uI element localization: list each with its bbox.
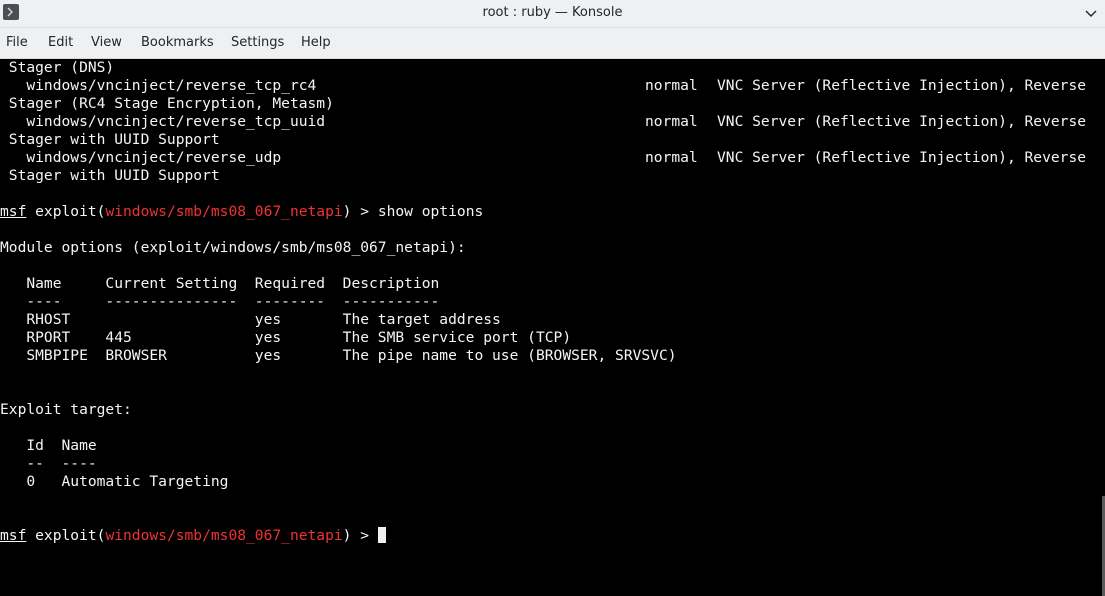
table-row: RPORT 445 yes The SMB service port (TCP) [0, 329, 572, 346]
command-text: show options [377, 203, 484, 220]
options-table-header: Name Current Setting Required Descriptio… [0, 275, 440, 292]
table-row: 0 Automatic Targeting [0, 473, 229, 490]
payload-line: Stager with UUID Support [0, 131, 220, 148]
payload-rank: normal [645, 113, 698, 130]
menu-view[interactable]: View [91, 35, 122, 50]
payload-line: windows/vncinject/reverse_udp [0, 149, 282, 166]
payload-line: Stager (RC4 Stage Encryption, Metasm) [0, 95, 334, 112]
menu-bookmarks[interactable]: Bookmarks [141, 35, 214, 50]
options-table-divider: ---- --------------- -------- ----------… [0, 293, 440, 310]
payload-description: VNC Server (Reflective Injection), Rever… [717, 149, 1087, 166]
module-name: windows/smb/ms08_067_netapi [105, 527, 343, 544]
payload-rank: normal [645, 149, 698, 166]
msf-label: msf [0, 203, 27, 220]
menu-settings[interactable]: Settings [231, 35, 284, 50]
payload-line: Stager with UUID Support [0, 167, 220, 184]
chevron-down-icon[interactable] [1083, 5, 1099, 21]
module-options-header: Module options (exploit/windows/smb/ms08… [0, 239, 466, 256]
payload-line: windows/vncinject/reverse_tcp_rc4 [0, 77, 317, 94]
target-table-divider: -- ---- [0, 455, 97, 472]
payload-rank: normal [645, 77, 698, 94]
payload-line: windows/vncinject/reverse_tcp_uuid [0, 113, 326, 130]
payload-description: VNC Server (Reflective Injection), Rever… [717, 113, 1087, 130]
menu-bar: File Edit View Bookmarks Settings Help [0, 28, 1105, 59]
payload-description: VNC Server (Reflective Injection), Rever… [717, 77, 1087, 94]
text-cursor [377, 527, 386, 543]
msf-label: msf [0, 527, 27, 544]
menu-help[interactable]: Help [301, 35, 331, 50]
module-name: windows/smb/ms08_067_netapi [105, 203, 343, 220]
payload-line: Stager (DNS) [0, 59, 115, 76]
table-row: SMBPIPE BROWSER yes The pipe name to use… [0, 347, 677, 364]
terminal-output[interactable]: Stager (DNS) windows/vncinject/reverse_t… [0, 59, 1105, 596]
command-prompt: msf exploit(windows/smb/ms08_067_netapi)… [0, 203, 484, 220]
command-prompt-active[interactable]: msf exploit(windows/smb/ms08_067_netapi)… [0, 527, 386, 545]
exploit-target-header: Exploit target: [0, 401, 132, 418]
target-table-header: Id Name [0, 437, 97, 454]
window-title: root : ruby — Konsole [482, 5, 623, 20]
menu-file[interactable]: File [6, 35, 28, 50]
menu-edit[interactable]: Edit [48, 35, 73, 50]
table-row: RHOST yes The target address [0, 311, 501, 328]
title-bar: root : ruby — Konsole [0, 0, 1105, 28]
